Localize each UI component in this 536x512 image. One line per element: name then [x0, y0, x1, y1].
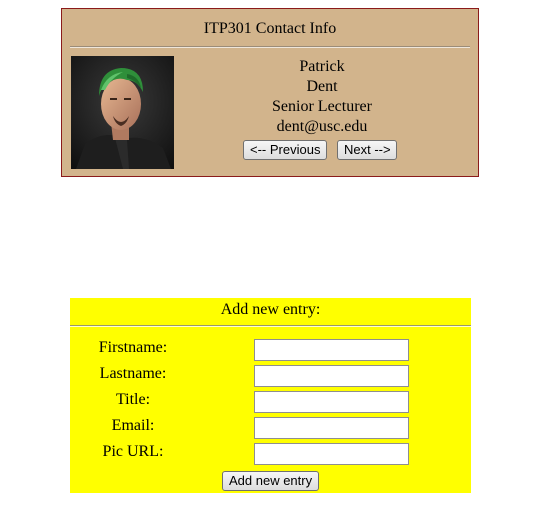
- pic-url-input[interactable]: [254, 443, 409, 465]
- title-label: Title:: [115, 391, 151, 408]
- add-entry-form: Add new entry: Firstname: Lastname: Titl…: [70, 298, 471, 493]
- add-entry-button[interactable]: Add new entry: [222, 471, 319, 491]
- card-title: ITP301 Contact Info: [203, 20, 337, 37]
- firstname-label: Firstname:: [98, 339, 168, 356]
- form-title: Add new entry:: [220, 301, 321, 318]
- contact-firstname: Patrick: [299, 58, 345, 75]
- firstname-input[interactable]: [254, 339, 409, 361]
- pic-url-label: Pic URL:: [102, 443, 164, 460]
- next-button[interactable]: Next -->: [337, 140, 397, 160]
- person-photo-icon: [71, 56, 174, 169]
- form-divider: [70, 325, 471, 327]
- title-input[interactable]: [254, 391, 409, 413]
- lastname-label: Lastname:: [99, 365, 167, 382]
- contact-card: ITP301 Contact Info Patrick Dent Senior …: [61, 8, 479, 177]
- email-label: Email:: [111, 417, 155, 434]
- email-input[interactable]: [254, 417, 409, 439]
- contact-email: dent@usc.edu: [276, 118, 368, 135]
- contact-lastname: Dent: [306, 78, 338, 95]
- lastname-input[interactable]: [254, 365, 409, 387]
- contact-job-title: Senior Lecturer: [272, 98, 372, 115]
- contact-photo: [71, 56, 174, 169]
- card-divider: [70, 46, 470, 48]
- previous-button[interactable]: <-- Previous: [243, 140, 327, 160]
